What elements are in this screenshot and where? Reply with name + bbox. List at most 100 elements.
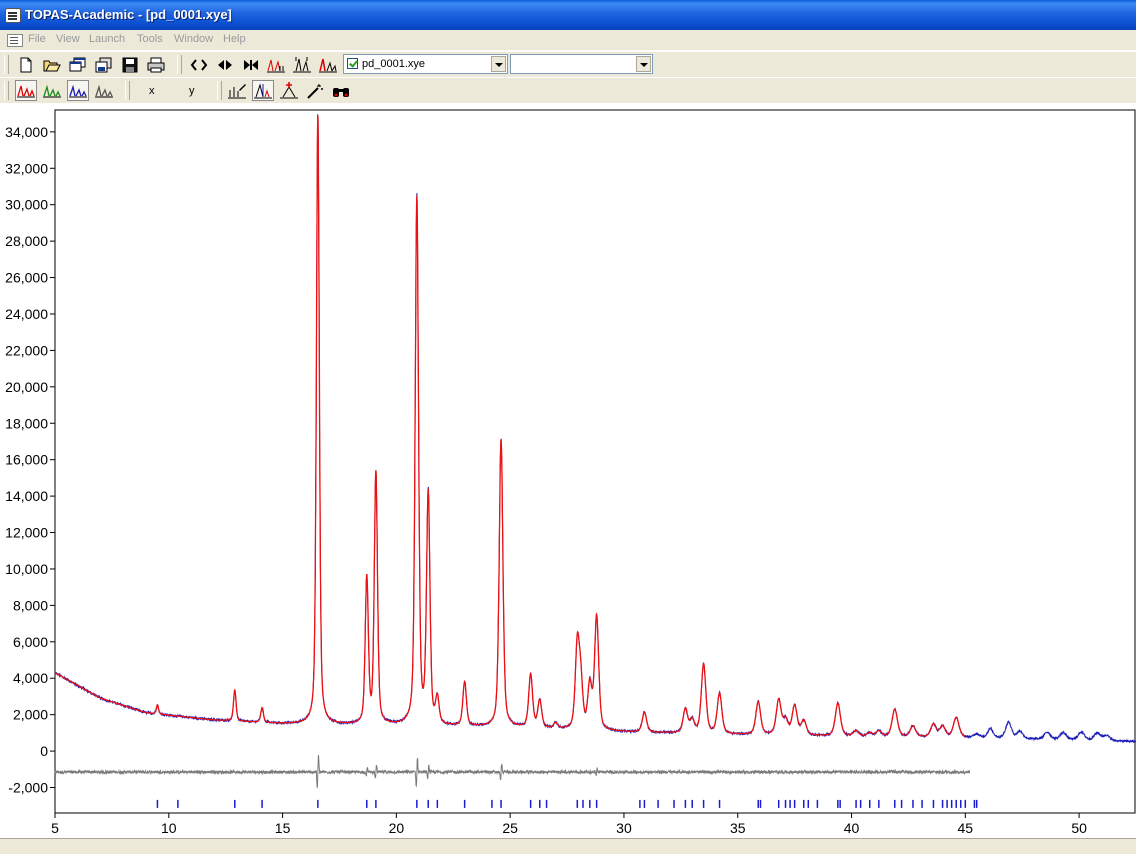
cursor-peak-button[interactable] [252,80,274,101]
show-background-button[interactable] [41,80,63,101]
chevron-down-icon[interactable] [491,56,506,72]
y-tick-label: 12,000 [5,525,48,541]
x-tick-label: 25 [502,820,518,836]
toolbar-grip[interactable] [4,55,9,74]
binoculars-icon [333,87,349,97]
save-button[interactable] [119,54,141,75]
y-tick-label: 2,000 [13,707,48,723]
menu-bar: File View Launch Tools Window Help [0,30,1136,51]
y-tick-label: 24,000 [5,306,48,322]
window-stack-icon [69,57,86,71]
peak-markers-icon [293,56,311,72]
plot-toolbar: x y [0,77,1136,105]
grey-pattern-icon [95,84,113,97]
menu-window[interactable]: Window [174,33,213,45]
document-icon[interactable] [7,34,23,47]
x-tick-label: 35 [730,820,746,836]
y-tick-label: 10,000 [5,561,48,577]
show-calculated-button[interactable] [15,80,37,101]
y-axis-button[interactable]: y [189,85,195,97]
peak-marks-button[interactable] [291,54,313,75]
x-tick-label: 45 [958,820,974,836]
new-file-icon [20,57,32,72]
new-file-button[interactable] [15,54,37,75]
show-observed-button[interactable] [67,80,89,101]
y-tick-label: 6,000 [13,634,48,650]
app-icon [5,8,21,23]
save-icon [122,57,138,72]
title-bar: TOPAS-Academic - [pd_0001.xye] [0,0,1136,30]
diffraction-chart[interactable]: -2,000 0 2,000 4,000 6,000 8,000 10,000 12,000 1… [0,103,1136,838]
peaks-button[interactable] [265,54,287,75]
y-tick-label: 0 [40,743,48,759]
add-peak-button[interactable] [278,80,300,101]
load-button[interactable] [67,54,89,75]
zoom-out-x-button[interactable] [188,54,210,75]
y-tick-label: 18,000 [5,415,48,431]
y-tick-label: 16,000 [5,452,48,468]
open-file-button[interactable] [41,54,63,75]
edit-plot-button[interactable] [226,80,248,101]
auto-peak-button[interactable] [304,80,326,101]
phase-selector-combo[interactable] [510,54,653,74]
y-tick-label: 28,000 [5,233,48,249]
y-tick-label: 26,000 [5,270,48,286]
toolbar-grip[interactable] [177,55,182,74]
open-folder-icon [43,60,61,71]
blue-pattern-icon [69,84,87,97]
menu-file[interactable]: File [28,33,46,45]
x-tick-label: 20 [389,820,405,836]
menu-help[interactable]: Help [223,33,246,45]
shift-view-button[interactable] [214,54,236,75]
fit-peaks-icon [319,58,337,72]
file-visible-checkbox[interactable] [347,58,358,69]
y-tick-label: 30,000 [5,197,48,213]
plot-area [54,109,1136,814]
y-tick-label: 4,000 [13,670,48,686]
y-tick-label: 20,000 [5,379,48,395]
save-all-icon [95,57,112,72]
x-tick-label: 40 [844,820,860,836]
green-pattern-icon [43,84,61,97]
menu-launch[interactable]: Launch [89,33,125,45]
show-difference-button[interactable] [93,80,115,101]
menu-tools[interactable]: Tools [137,33,163,45]
file-selector-combo[interactable]: pd_0001.xye [343,54,508,74]
peak-cursor-icon [254,82,272,98]
plot-window[interactable]: -2,000 0 2,000 4,000 6,000 8,000 10,000 12,000 1… [0,103,1136,838]
toolbar-grip[interactable] [217,81,222,100]
y-tick-label: 8,000 [13,597,48,613]
window-title: TOPAS-Academic - [pd_0001.xye] [25,7,232,22]
x-tick-label: 5 [51,820,59,836]
peaks-icon [267,59,285,72]
pen-chart-icon [228,83,246,98]
x-axis-button[interactable]: x [149,85,155,97]
x-tick-label: 30 [616,820,632,836]
status-bar [0,838,1136,854]
x-tick-label: 50 [1071,820,1087,836]
y-tick-label: 32,000 [5,160,48,176]
x-tick-label: 10 [161,820,177,836]
arrows-in-icon [244,59,258,70]
angle-brackets-icon [190,58,208,71]
print-button[interactable] [145,54,167,75]
y-tick-label: -2,000 [8,780,48,796]
main-toolbar: pd_0001.xye [0,51,1136,79]
y-tick-label: 14,000 [5,488,48,504]
toolbar-grip[interactable] [4,81,9,100]
y-tick-label: 34,000 [5,124,48,140]
x-tick-label: 15 [275,820,291,836]
chart-axes [50,109,1136,818]
search-peaks-button[interactable] [330,80,352,101]
chevron-down-icon[interactable] [636,56,651,72]
red-pattern-icon [17,85,35,97]
add-peak-icon [280,81,298,98]
file-selector-value: pd_0001.xye [362,58,425,70]
magic-wand-icon [307,83,323,99]
y-tick-label: 22,000 [5,342,48,358]
menu-view[interactable]: View [56,33,80,45]
fit-peaks-button[interactable] [317,54,339,75]
toolbar-grip[interactable] [125,81,130,100]
save-all-button[interactable] [93,54,115,75]
fit-view-button[interactable] [240,54,262,75]
